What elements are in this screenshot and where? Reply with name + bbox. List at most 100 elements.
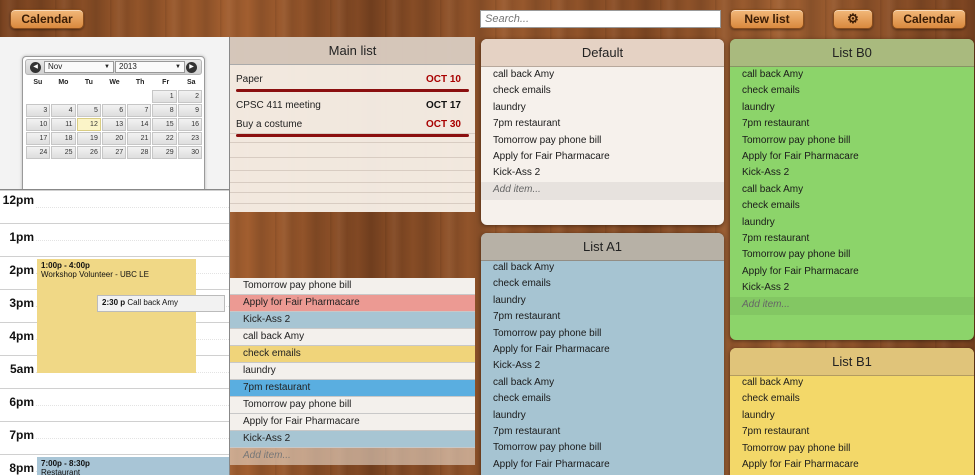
day-cell[interactable]: 8 [152,104,177,117]
settings-button[interactable]: ⚙ [833,9,873,29]
list-item[interactable]: Kick-Ass 2 [230,312,475,329]
day-cell[interactable]: 20 [101,132,127,145]
list-item[interactable]: Tomorrow pay phone bill [730,441,974,457]
day-cell[interactable]: 6 [101,104,127,117]
list-item[interactable]: check emails [730,391,974,407]
list-item[interactable]: Tomorrow pay phone bill [481,133,724,149]
day-cell[interactable]: 3 [26,104,51,117]
chevron-left-icon[interactable]: ◀ [30,62,41,73]
list-title[interactable]: List B1 [730,348,974,376]
new-list-button[interactable]: New list [730,9,804,29]
day-cell[interactable]: 24 [26,146,51,159]
list-title[interactable]: List B0 [730,39,974,67]
day-cell[interactable]: 5 [76,104,101,117]
list-item[interactable]: 7pm restaurant [730,424,974,440]
day-cell[interactable]: 23 [177,132,202,145]
list-item[interactable]: Apply for Fair Pharmacare [730,457,974,473]
list-item[interactable]: Kick-Ass 2 [730,280,974,296]
list-item[interactable]: Tomorrow pay phone bill [730,133,974,149]
list-item[interactable]: call back Amy [230,329,475,346]
add-item-input[interactable]: Add item... [730,296,974,315]
day-cell[interactable]: 17 [26,132,51,145]
list-item[interactable]: laundry [730,100,974,116]
list-item[interactable]: laundry [481,100,724,116]
list-title[interactable]: Default [481,39,724,67]
calendar-event[interactable]: 2:30 p Call back Amy [97,295,225,312]
calendar-button-left[interactable]: Calendar [10,9,84,29]
list-item[interactable]: check emails [730,198,974,214]
list-item[interactable]: 7pm restaurant [230,380,475,397]
list-item[interactable]: 7pm restaurant [481,116,724,132]
list-item[interactable]: check emails [481,391,724,407]
day-cell[interactable]: 30 [177,146,202,159]
day-cell[interactable]: 21 [127,132,152,145]
list-item[interactable]: laundry [730,215,974,231]
list-item[interactable]: Apply for Fair Pharmacare [481,149,724,165]
day-cell[interactable]: 1 [152,90,177,103]
list-item[interactable]: Kick-Ass 2 [730,165,974,181]
list-item[interactable]: 7pm restaurant [730,231,974,247]
month-select[interactable]: Nov ▼ [44,61,114,73]
day-cell[interactable]: 28 [127,146,152,159]
list-item[interactable]: Apply for Fair Pharmacare [481,342,724,358]
list-item[interactable]: Kick-Ass 2 [481,165,724,181]
chevron-right-icon[interactable]: ▶ [186,62,197,73]
day-cell[interactable]: 9 [177,104,202,117]
list-item[interactable]: laundry [230,363,475,380]
list-item[interactable]: Kick-Ass 2 [230,431,475,448]
list-item[interactable]: call back Amy [481,260,724,276]
list-item[interactable]: call back Amy [481,67,724,83]
list-item[interactable]: 7pm restaurant [730,116,974,132]
list-item[interactable]: 7pm restaurant [481,309,724,325]
list-item[interactable]: check emails [230,346,475,363]
list-item[interactable]: check emails [481,276,724,292]
list-item[interactable]: 7pm restaurant [481,424,724,440]
day-cell[interactable]: 14 [127,118,152,131]
list-item[interactable]: Apply for Fair Pharmacare [481,457,724,473]
day-cell[interactable]: 16 [177,118,202,131]
day-cell[interactable]: 19 [76,132,101,145]
list-item[interactable]: laundry [730,408,974,424]
day-cell[interactable]: 26 [76,146,101,159]
list-item[interactable]: Kick-Ass 2 [481,358,724,374]
list-item[interactable]: check emails [481,83,724,99]
list-item[interactable]: laundry [481,293,724,309]
calendar-event[interactable]: 1:00p - 4:00p Workshop Volunteer - UBC LE [37,259,196,373]
calendar-button-right[interactable]: Calendar [892,9,966,29]
list-item[interactable]: call back Amy [730,67,974,83]
day-cell[interactable]: 4 [51,104,76,117]
list-item[interactable]: Apply for Fair Pharmacare [230,295,475,312]
day-cell[interactable]: 10 [26,118,51,131]
list-item[interactable]: Tomorrow pay phone bill [730,247,974,263]
search-input[interactable] [480,10,721,28]
list-item[interactable]: call back Amy [730,375,974,391]
add-item-input[interactable]: Add item... [481,181,724,200]
list-item[interactable]: Tomorrow pay phone bill [230,278,475,295]
day-cell[interactable]: 25 [51,146,76,159]
list-item[interactable]: call back Amy [481,375,724,391]
day-cell[interactable]: 15 [152,118,177,131]
day-cell[interactable]: 27 [101,146,127,159]
list-item[interactable]: laundry [481,408,724,424]
deadline-item[interactable]: Buy a costume OCT 30 [236,117,469,137]
list-item[interactable]: Apply for Fair Pharmacare [730,149,974,165]
list-item[interactable]: check emails [730,83,974,99]
day-cell[interactable]: 7 [127,104,152,117]
list-title[interactable]: List A1 [481,233,724,261]
list-item[interactable]: Tomorrow pay phone bill [230,397,475,414]
list-item[interactable]: Tomorrow pay phone bill [481,326,724,342]
deadline-item[interactable]: CPSC 411 meeting OCT 17 [236,98,469,115]
list-item[interactable]: call back Amy [730,182,974,198]
day-cell[interactable]: 11 [51,118,76,131]
day-cell[interactable]: 13 [101,118,127,131]
list-item[interactable]: Apply for Fair Pharmacare [230,414,475,431]
day-cell[interactable]: 29 [152,146,177,159]
add-item-input[interactable]: Add item... [230,448,475,465]
day-cell[interactable]: 2 [177,90,202,103]
day-cell[interactable]: 12 [76,118,101,131]
list-item[interactable]: Apply for Fair Pharmacare [730,264,974,280]
day-cell[interactable]: 22 [152,132,177,145]
list-item[interactable]: Tomorrow pay phone bill [481,440,724,456]
day-cell[interactable]: 18 [51,132,76,145]
year-select[interactable]: 2013 ▼ [115,61,185,73]
